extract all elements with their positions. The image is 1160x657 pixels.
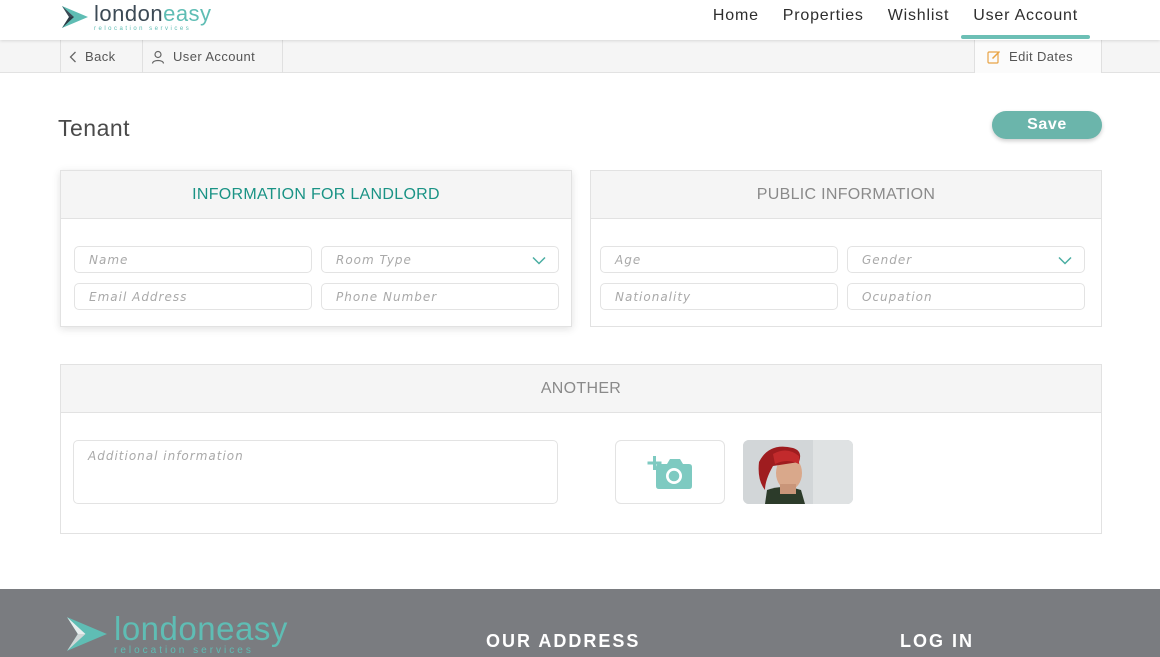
- sub-toolbar: Back User Account Edit Dates: [0, 40, 1160, 73]
- profile-photo-thumbnail[interactable]: [743, 440, 853, 504]
- landlord-panel-title: INFORMATION FOR LANDLORD: [61, 171, 571, 219]
- footer: londoneasy relocation services OUR ADDRE…: [0, 589, 1160, 657]
- chevron-down-icon: [532, 254, 546, 268]
- age-field[interactable]: Age: [600, 246, 838, 273]
- footer-logo[interactable]: londoneasy relocation services: [64, 611, 288, 657]
- gender-select[interactable]: Gender: [847, 246, 1085, 273]
- nationality-field[interactable]: Nationality: [600, 283, 838, 310]
- logo-mark-icon: [67, 617, 107, 651]
- footer-brand-part2: easy: [216, 610, 288, 647]
- another-panel-title: ANOTHER: [61, 365, 1101, 413]
- add-camera-icon: [647, 456, 692, 489]
- room-type-placeholder: Room Type: [336, 253, 412, 267]
- back-label: Back: [85, 49, 116, 64]
- chevron-down-icon: [1058, 254, 1072, 268]
- additional-info-textarea[interactable]: Additional information: [73, 440, 558, 504]
- add-photo-button[interactable]: [615, 440, 725, 504]
- brand-name-part1: london: [94, 0, 164, 26]
- logo-mark-icon: [62, 6, 88, 28]
- log-in-heading[interactable]: LOG IN: [900, 631, 974, 652]
- save-button[interactable]: Save: [992, 111, 1102, 139]
- brand-name-part2: easy: [163, 0, 212, 26]
- landlord-info-panel: INFORMATION FOR LANDLORD Name Room Type …: [60, 170, 572, 327]
- nav-home[interactable]: Home: [701, 0, 771, 40]
- chevron-left-icon: [69, 51, 77, 63]
- occupation-field[interactable]: Ocupation: [847, 283, 1085, 310]
- nav-wishlist[interactable]: Wishlist: [876, 0, 962, 40]
- room-type-select[interactable]: Room Type: [321, 246, 559, 273]
- user-account-breadcrumb[interactable]: User Account: [142, 40, 283, 73]
- public-info-panel: PUBLIC INFORMATION Age Gender Nationalit…: [590, 170, 1102, 327]
- page-title: Tenant: [58, 115, 131, 141]
- edit-dates-label: Edit Dates: [1009, 49, 1073, 64]
- nav-properties[interactable]: Properties: [771, 0, 876, 40]
- edit-icon: [987, 50, 1001, 64]
- gender-placeholder: Gender: [862, 253, 913, 267]
- email-field[interactable]: Email Address: [74, 283, 312, 310]
- our-address-heading: OUR ADDRESS: [486, 631, 641, 651]
- main-nav: Home Properties Wishlist User Account: [701, 0, 1090, 40]
- top-navbar: londoneasy relocation services Home Prop…: [0, 0, 1160, 40]
- profile-photo: [743, 440, 853, 504]
- phone-field[interactable]: Phone Number: [321, 283, 559, 310]
- footer-tagline: relocation services: [114, 645, 254, 656]
- name-field[interactable]: Name: [74, 246, 312, 273]
- brand-tagline: relocation services: [94, 25, 192, 32]
- user-icon: [151, 50, 165, 64]
- brand-logo[interactable]: londoneasy relocation services: [60, 1, 212, 33]
- user-account-label: User Account: [173, 49, 256, 64]
- edit-dates-button[interactable]: Edit Dates: [974, 40, 1102, 73]
- footer-brand-part1: london: [114, 610, 217, 647]
- back-button[interactable]: Back: [60, 40, 142, 73]
- public-panel-title: PUBLIC INFORMATION: [591, 171, 1101, 219]
- nav-user-account[interactable]: User Account: [961, 0, 1090, 40]
